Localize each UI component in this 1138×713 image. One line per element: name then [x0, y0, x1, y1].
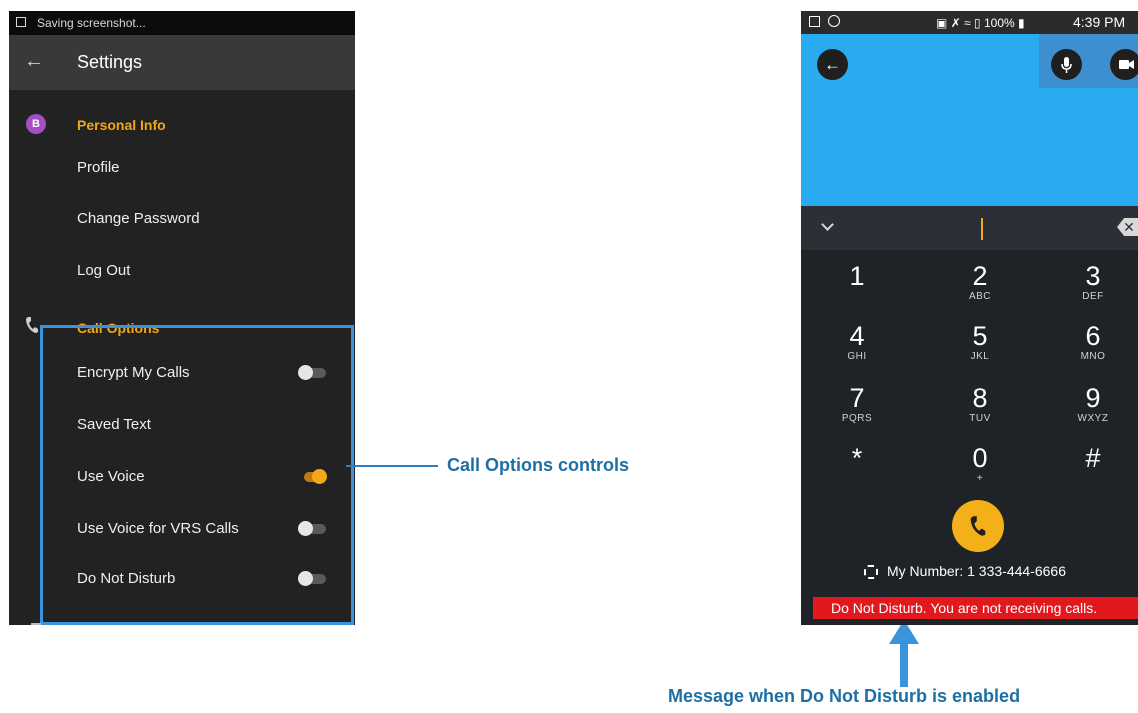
key-star[interactable]: * — [817, 443, 897, 473]
avatar: B — [26, 114, 46, 134]
key-3[interactable]: 3 DEF — [1053, 261, 1133, 302]
key-4[interactable]: 4 GHI — [817, 321, 897, 362]
nfc-icon: ▣ — [936, 16, 948, 30]
callout-connector-line — [346, 465, 438, 467]
video-area: ← — [801, 34, 1138, 206]
status-text: Saving screenshot... — [37, 16, 146, 30]
dnd-arrow-shaft — [900, 643, 908, 687]
status-indicators: ▣ ✗ ≈ ▯ 100% ▮ — [936, 16, 1025, 30]
microphone-icon[interactable] — [1051, 49, 1082, 80]
mute-icon: ✗ — [950, 16, 961, 30]
text-cursor — [981, 218, 983, 240]
app-bar: ← Settings — [9, 35, 355, 90]
phone-call-icon — [970, 516, 986, 536]
my-number-text: My Number: 1 333-444-6666 — [887, 563, 1066, 579]
back-arrow-icon[interactable]: ← — [24, 49, 44, 73]
change-password-item[interactable]: Change Password — [77, 210, 200, 227]
status-bar: Saving screenshot... — [9, 11, 355, 35]
back-arrow-icon[interactable]: ← — [817, 49, 848, 80]
wifi-icon: ≈ — [964, 16, 971, 30]
phone-icon — [26, 317, 38, 333]
key-8[interactable]: 8 TUV — [940, 383, 1020, 424]
key-6[interactable]: 6 MNO — [1053, 321, 1133, 362]
sync-icon — [828, 15, 840, 27]
dnd-callout: Message when Do Not Disturb is enabled — [668, 686, 1021, 706]
battery-percent: 100% — [983, 16, 1015, 30]
call-options-callout: Call Options controls — [447, 455, 630, 475]
key-5[interactable]: 5 JKL — [940, 321, 1020, 362]
signal-icon: ▯ — [974, 16, 981, 30]
dialer-screen: ▣ ✗ ≈ ▯ 100% ▮ 4:39 PM ← ✕ 1 2 ABC 3 DEF 4… — [801, 11, 1138, 625]
key-0[interactable]: 0 + — [940, 443, 1020, 484]
loading-icon — [864, 565, 878, 580]
key-9[interactable]: 9 WXYZ — [1053, 383, 1133, 424]
log-out-item[interactable]: Log Out — [77, 262, 130, 279]
personal-info-header: Personal Info — [77, 117, 166, 133]
clock: 4:39 PM — [1073, 14, 1126, 30]
next-section-icon — [31, 623, 41, 625]
key-7[interactable]: 7 PQRS — [817, 383, 897, 424]
key-2[interactable]: 2 ABC — [940, 261, 1020, 302]
call-options-highlight-frame — [40, 325, 354, 625]
page-title: Settings — [77, 52, 143, 72]
settings-screen: Saving screenshot... ← Settings B Person… — [9, 11, 355, 625]
profile-item[interactable]: Profile — [77, 159, 120, 176]
battery-icon: ▮ — [1018, 16, 1025, 30]
dialer-status-bar: ▣ ✗ ≈ ▯ 100% ▮ 4:39 PM — [801, 11, 1138, 34]
gallery-icon — [809, 16, 820, 27]
do-not-disturb-banner: Do Not Disturb. You are not receiving ca… — [813, 597, 1138, 619]
chevron-down-icon[interactable] — [821, 218, 834, 231]
screenshot-icon — [16, 17, 26, 27]
key-1[interactable]: 1 — [817, 261, 897, 291]
number-entry-bar[interactable]: ✕ — [801, 206, 1138, 250]
video-camera-icon[interactable] — [1110, 49, 1138, 80]
my-number-row: My Number: 1 333-444-6666 — [864, 563, 1066, 580]
backspace-icon[interactable]: ✕ — [1117, 218, 1138, 236]
key-hash[interactable]: # — [1053, 443, 1133, 473]
call-button[interactable] — [952, 500, 1004, 552]
